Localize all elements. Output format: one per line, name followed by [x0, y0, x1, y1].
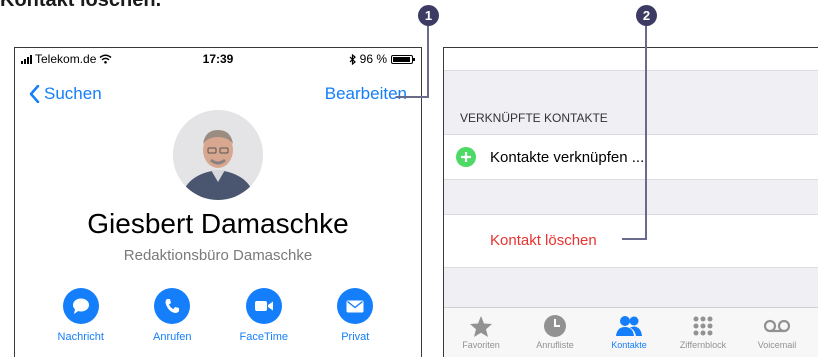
- contact-photo: [173, 110, 263, 200]
- callout-leader-2: [645, 26, 647, 240]
- clock-icon: [543, 313, 567, 339]
- action-call[interactable]: Anrufen: [132, 288, 212, 343]
- action-facetime[interactable]: FaceTime: [224, 288, 304, 343]
- action-label: Anrufen: [152, 331, 192, 343]
- status-right: 96 %: [349, 52, 415, 66]
- tab-label: Favoriten: [462, 340, 500, 350]
- delete-contact-button[interactable]: Kontakt löschen: [490, 232, 597, 249]
- status-bar: Telekom.de 17:39 96 %: [15, 48, 421, 68]
- callout-badge-2: 2: [636, 5, 657, 26]
- action-mail[interactable]: Privat: [315, 288, 395, 343]
- tab-label: Kontakte: [611, 340, 647, 350]
- action-label: Privat: [341, 331, 370, 343]
- battery-icon: [391, 54, 415, 64]
- tab-bar: Favoriten Anrufliste Kontakte Ziffernblo…: [444, 307, 818, 357]
- edit-button[interactable]: Bearbeiten: [325, 84, 407, 104]
- contacts-icon: [615, 313, 643, 339]
- contact-company: Redaktionsbüro Damaschke: [123, 247, 313, 264]
- callout-leader-1: [427, 26, 429, 98]
- contact-name: Giesbert Damaschke: [87, 208, 349, 239]
- tab-keypad[interactable]: Ziffernblock: [666, 308, 740, 357]
- avatar: [173, 110, 263, 200]
- list-row-top: [444, 48, 818, 71]
- page-heading: Kontakt löschen.: [0, 0, 162, 11]
- back-button[interactable]: Suchen: [29, 84, 102, 104]
- delete-contact-row[interactable]: Kontakt löschen: [444, 214, 818, 268]
- phone-icon: [154, 288, 191, 324]
- tab-recents[interactable]: Anrufliste: [518, 308, 592, 357]
- back-label: Suchen: [44, 84, 102, 103]
- tab-favorites[interactable]: Favoriten: [444, 308, 518, 357]
- section-header: VERKNÜPFTE KONTAKTE: [460, 111, 608, 125]
- tab-label: Anrufliste: [536, 340, 574, 350]
- callout-leader-2: [622, 238, 647, 240]
- voicemail-icon: [763, 313, 791, 339]
- add-icon: [456, 147, 476, 167]
- keypad-icon: [692, 313, 714, 339]
- action-message[interactable]: Nachricht: [41, 288, 121, 343]
- link-contacts-label: Kontakte verknüpfen ...: [490, 148, 645, 166]
- tab-voicemail[interactable]: Voicemail: [740, 308, 814, 357]
- action-label: Nachricht: [57, 331, 104, 343]
- video-icon: [245, 288, 282, 324]
- tab-label: Ziffernblock: [679, 340, 727, 350]
- star-icon: [469, 313, 493, 339]
- link-contacts-row[interactable]: Kontakte verknüpfen ...: [444, 134, 818, 180]
- chevron-left-icon: [29, 85, 40, 103]
- contact-detail-screen: Telekom.de 17:39 96 % Suchen Bearbeiten …: [14, 47, 422, 357]
- callout-leader-1: [396, 96, 429, 98]
- callout-badge-1: 1: [418, 5, 439, 26]
- action-label: FaceTime: [239, 331, 289, 343]
- message-icon: [62, 288, 99, 324]
- bluetooth-icon: [349, 53, 356, 65]
- contact-options-screen: VERKNÜPFTE KONTAKTE Kontakte verknüpfen …: [443, 47, 818, 357]
- tab-label: Voicemail: [757, 340, 797, 350]
- battery-percent: 96 %: [359, 52, 387, 66]
- tab-contacts[interactable]: Kontakte: [592, 308, 666, 357]
- contact-actions: Nachricht Anrufen FaceTime Privat: [35, 288, 401, 343]
- mail-icon: [337, 288, 374, 324]
